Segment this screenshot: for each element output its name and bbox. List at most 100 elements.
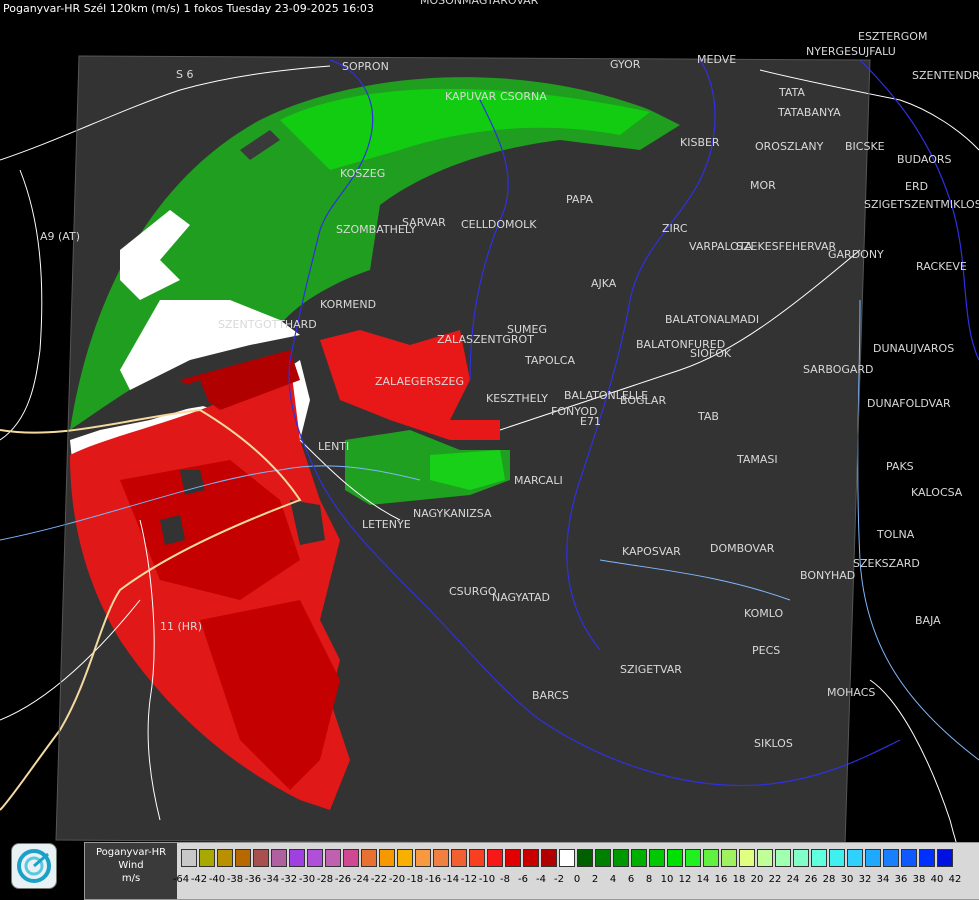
legend-swatch <box>325 849 341 867</box>
legend-label: 10 <box>660 874 674 885</box>
city-label: ESZTERGOM <box>858 30 927 43</box>
legend-label: 42 <box>948 874 962 885</box>
city-label: TATA <box>778 86 805 99</box>
city-label: TAMASI <box>736 453 778 466</box>
legend-swatch <box>217 849 233 867</box>
legend-swatch <box>505 849 521 867</box>
legend-swatch <box>613 849 629 867</box>
legend-label: -36 <box>244 874 262 885</box>
city-label: PAPA <box>566 193 593 206</box>
city-label: BOGLAR <box>620 394 666 407</box>
city-label: ZIRC <box>662 222 688 235</box>
city-label: NYERGESUJFALU <box>806 45 896 58</box>
legend-label: -2 <box>554 874 564 885</box>
city-label: SIKLOS <box>754 737 793 750</box>
legend-swatch <box>937 849 953 867</box>
city-label: ZALAEGERSZEG <box>375 375 464 388</box>
city-label: TATABANYA <box>777 106 841 119</box>
legend-label: -14 <box>442 874 460 885</box>
legend-swatch <box>469 849 485 867</box>
city-label: SZOMBATHELY <box>336 223 416 236</box>
city-label: ERD <box>905 180 928 193</box>
legend-swatch <box>901 849 917 867</box>
city-label: PECS <box>752 644 780 657</box>
legend-swatch <box>757 849 773 867</box>
city-label: PAKS <box>886 460 914 473</box>
city-label: CSORNA <box>500 90 547 103</box>
city-label: SIOFOK <box>690 347 732 360</box>
legend-label: 22 <box>768 874 782 885</box>
legend-info: Poganyvar-HR Wind m/s <box>85 843 177 899</box>
legend-swatch <box>739 849 755 867</box>
legend-swatch <box>541 849 557 867</box>
legend-label: -64 <box>172 874 190 885</box>
legend-label: -26 <box>334 874 352 885</box>
legend-swatch <box>487 849 503 867</box>
legend-label: -32 <box>280 874 298 885</box>
city-label: GARDONY <box>828 248 884 261</box>
city-label: SOPRON <box>342 60 389 73</box>
city-label: LETENYE <box>362 518 411 531</box>
legend-swatch <box>307 849 323 867</box>
city-label: KOMLO <box>744 607 783 620</box>
legend-label: 8 <box>645 874 653 885</box>
legend-label: -16 <box>424 874 442 885</box>
city-label: MOHACS <box>827 686 875 699</box>
legend-unit: m/s <box>121 873 141 884</box>
city-label: KESZTHELY <box>486 392 548 405</box>
legend-swatch <box>181 849 197 867</box>
city-label: SZENTENDRE <box>912 69 979 82</box>
city-label: TAB <box>697 410 719 423</box>
legend-label: -4 <box>536 874 546 885</box>
road-label: 11 (HR) <box>160 620 202 633</box>
legend-label: 38 <box>912 874 926 885</box>
city-label: DOMBOVAR <box>710 542 775 555</box>
legend-swatch <box>793 849 809 867</box>
legend-label: 20 <box>750 874 764 885</box>
city-label: KISBER <box>680 136 720 149</box>
legend-swatch <box>433 849 449 867</box>
legend-label: 0 <box>573 874 581 885</box>
legend-label: -42 <box>190 874 208 885</box>
city-label: SARBOGARD <box>803 363 874 376</box>
radar-map: MOSONMAGYAROVAR SOPRON GYOR MEDVE NYERGESUJF… <box>0 0 979 900</box>
legend-label: 6 <box>627 874 635 885</box>
legend-swatch <box>685 849 701 867</box>
legend-label: -28 <box>316 874 334 885</box>
legend-swatch <box>595 849 611 867</box>
city-label: SZIGETVAR <box>620 663 682 676</box>
city-label: LENTI <box>318 440 349 453</box>
legend-swatch <box>847 849 863 867</box>
legend-label: 12 <box>678 874 692 885</box>
city-label: NAGYKANIZSA <box>413 507 492 520</box>
city-label: BARCS <box>532 689 569 702</box>
legend-label: -38 <box>226 874 244 885</box>
legend-label: 14 <box>696 874 710 885</box>
legend-swatch <box>721 849 737 867</box>
legend-label: 32 <box>858 874 872 885</box>
legend-label: 18 <box>732 874 746 885</box>
legend-labels: -64 -42 -40 -38 -36 -34 -32 -30 -28 -26 -24 -22 -20-… <box>173 874 979 888</box>
legend-label: 24 <box>786 874 800 885</box>
city-label: ZALASZENTGROT <box>437 333 534 346</box>
city-label: MOSONMAGYAROVAR <box>420 0 539 7</box>
road-label: S 6 <box>176 68 193 81</box>
legend-swatch <box>829 849 845 867</box>
city-label: SZIGETSZENTMIKLOS <box>864 198 979 211</box>
legend-swatch <box>883 849 899 867</box>
map-title: Poganyvar-HR Szél 120km (m/s) 1 fokos Tu… <box>3 2 374 15</box>
city-label: TAPOLCA <box>524 354 575 367</box>
legend-swatch <box>289 849 305 867</box>
legend-swatch <box>379 849 395 867</box>
legend-swatch <box>919 849 935 867</box>
legend-label: 4 <box>609 874 617 885</box>
city-label: BAJA <box>915 614 941 627</box>
city-label: KALOCSA <box>911 486 963 499</box>
city-label: SZEKESFEHERVAR <box>736 240 837 253</box>
legend-label: -6 <box>518 874 528 885</box>
legend-label: 40 <box>930 874 944 885</box>
legend-swatch <box>811 849 827 867</box>
legend-swatch <box>865 849 881 867</box>
legend-swatch <box>451 849 467 867</box>
legend-label: 26 <box>804 874 818 885</box>
